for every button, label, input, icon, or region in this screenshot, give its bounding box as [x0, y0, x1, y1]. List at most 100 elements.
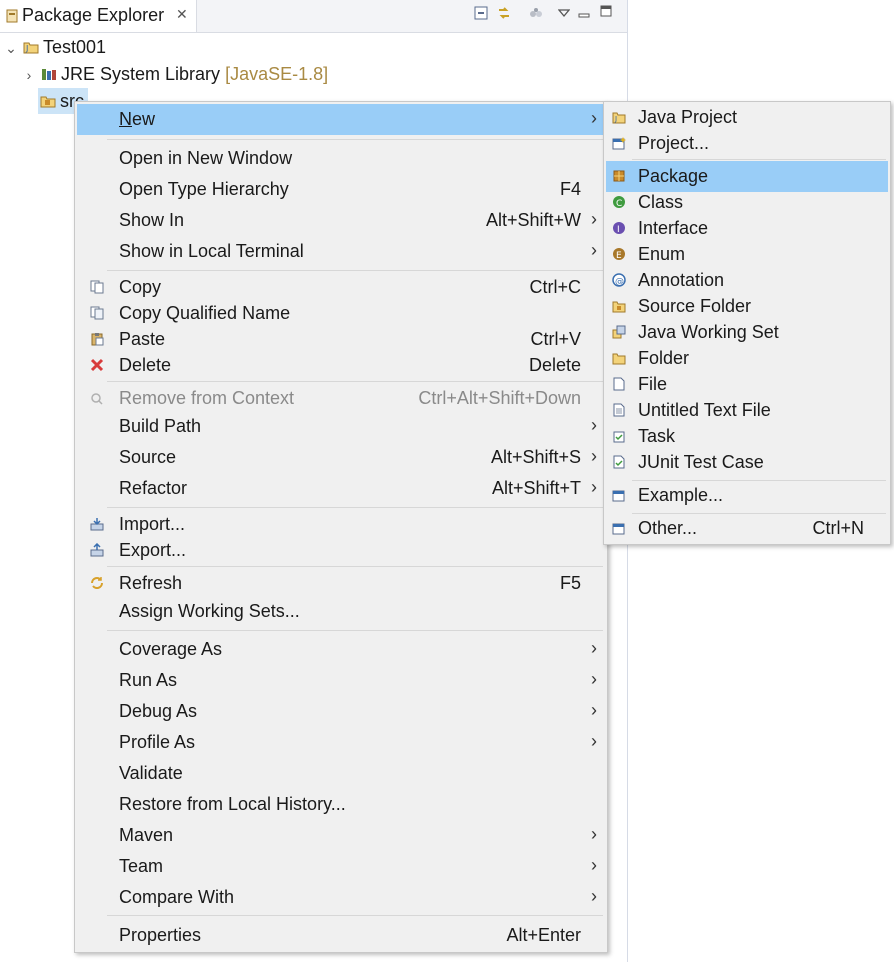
library-icon [42, 69, 57, 80]
file-icon [613, 377, 625, 391]
menu-label: Java Working Set [638, 322, 779, 342]
menu-item-source[interactable]: Source Alt+Shift+S › [77, 442, 605, 473]
menu-label: Debug As [119, 701, 198, 721]
menu-label: Export... [119, 540, 187, 560]
menu-label: Restore from Local History... [119, 794, 346, 814]
menu-item-delete[interactable]: Delete Delete [77, 350, 605, 381]
menu-label: Source Folder [638, 296, 752, 316]
new-submenu: J Java Project Project... Package C Clas… [603, 101, 891, 545]
jre-label: JRE System Library [61, 64, 221, 84]
svg-text:J: J [25, 44, 28, 53]
menu-label: Paste [119, 329, 166, 349]
paste-icon [91, 333, 104, 346]
chevron-down-icon[interactable]: ⌄ [4, 35, 18, 61]
chevron-right-icon: › [591, 855, 597, 875]
menu-label: Show in Local Terminal [119, 241, 304, 261]
junit-icon [613, 455, 625, 469]
menu-label: Team [119, 856, 164, 876]
menu-item-refresh[interactable]: Refresh F5 [77, 568, 605, 599]
menu-item-team[interactable]: Team › [77, 851, 605, 882]
java-project-icon: J [612, 112, 626, 124]
menu-label: Remove from Context [119, 388, 295, 408]
menu-item-compare-with[interactable]: Compare With › [77, 882, 605, 913]
view-toolbar [474, 4, 624, 26]
context-menu: New › Open in New Window Open Type Hiera… [74, 101, 608, 953]
link-with-editor-icon[interactable] [496, 5, 512, 21]
chevron-right-icon: › [591, 240, 597, 260]
minimize-icon[interactable] [578, 8, 590, 18]
menu-item-show-in-local-terminal[interactable]: Show in Local Terminal › [77, 236, 605, 267]
menu-item-coverage-as[interactable]: Coverage As › [77, 634, 605, 665]
menu-item-new[interactable]: New › [77, 104, 605, 135]
svg-text:J: J [614, 115, 617, 123]
menu-label: Annotation [638, 270, 725, 290]
chevron-right-icon: › [591, 108, 597, 128]
text-file-icon [613, 403, 625, 417]
other-wizard-icon [612, 523, 625, 535]
menu-label: New [119, 109, 156, 129]
collapse-all-icon[interactable] [474, 6, 488, 20]
menu-label: Untitled Text File [638, 400, 771, 420]
menu-label: Copy [119, 277, 162, 297]
filter-icon[interactable] [528, 6, 544, 20]
menu-separator [632, 159, 886, 160]
svg-text:@: @ [615, 277, 624, 287]
tree-item-jre-library[interactable]: › JRE System Library [JavaSE-1.8] [22, 61, 328, 87]
package-icon [613, 170, 625, 182]
menu-label: Refactor [119, 478, 188, 498]
menu-label: Source [119, 447, 177, 467]
menu-item-profile-as[interactable]: Profile As › [77, 727, 605, 758]
export-icon [90, 543, 104, 557]
menu-label: Delete [119, 355, 172, 375]
working-set-icon [612, 325, 626, 339]
menu-item-run-as[interactable]: Run As › [77, 665, 605, 696]
menu-label: Open in New Window [119, 148, 293, 168]
source-folder-icon [40, 96, 56, 108]
menu-item-export[interactable]: Export... [77, 535, 605, 566]
menu-label: Project... [638, 133, 710, 153]
menu-label: Maven [119, 825, 174, 845]
menu-item-refactor[interactable]: Refactor Alt+Shift+T › [77, 473, 605, 504]
menu-separator [107, 915, 603, 916]
menu-item-restore-from-local-history[interactable]: Restore from Local History... [77, 789, 605, 820]
chevron-right-icon: › [591, 669, 597, 689]
tree-item-project[interactable]: ⌄ J Test001 [4, 34, 106, 60]
submenu-item-example[interactable]: Example... [606, 480, 888, 511]
menu-label: Validate [119, 763, 183, 783]
import-icon [90, 518, 104, 531]
submenu-item-other[interactable]: Other... Ctrl+N [606, 513, 888, 544]
tab-package-explorer[interactable]: Package Explorer ✕ [0, 0, 197, 32]
close-icon[interactable]: ✕ [176, 6, 188, 23]
submenu-item-junit-test-case[interactable]: JUnit Test Case [606, 447, 888, 478]
view-menu-icon[interactable] [558, 8, 570, 18]
menu-item-show-in[interactable]: Show In Alt+Shift+W › [77, 205, 605, 236]
menu-shortcut: F4 [559, 179, 581, 199]
menu-separator [107, 566, 603, 567]
menu-label: Copy Qualified Name [119, 303, 291, 323]
svg-text:E: E [616, 251, 622, 261]
menu-separator [107, 630, 603, 631]
menu-shortcut: Alt+Shift+T [491, 478, 581, 498]
menu-item-validate[interactable]: Validate [77, 758, 605, 789]
menu-item-build-path[interactable]: Build Path › [77, 411, 605, 442]
menu-label: Package [638, 166, 709, 186]
menu-label: Task [638, 426, 676, 446]
folder-icon [612, 353, 626, 365]
copy-qualified-name-icon [90, 306, 104, 320]
chevron-right-icon[interactable]: › [22, 62, 36, 88]
menu-label: Example... [638, 485, 724, 505]
java-project-icon: J [23, 42, 39, 54]
menu-item-maven[interactable]: Maven › [77, 820, 605, 851]
menu-item-open-type-hierarchy[interactable]: Open Type Hierarchy F4 [77, 174, 605, 205]
annotation-icon: @ [612, 273, 626, 287]
tab-title: Package Explorer [22, 5, 165, 25]
menu-item-open-in-new-window[interactable]: Open in New Window [77, 143, 605, 174]
menu-item-debug-as[interactable]: Debug As › [77, 696, 605, 727]
menu-separator [107, 381, 603, 382]
menu-item-assign-working-sets[interactable]: Assign Working Sets... [77, 596, 605, 627]
maximize-icon[interactable] [600, 5, 612, 17]
menu-item-properties[interactable]: Properties Alt+Enter [77, 920, 605, 951]
submenu-item-project[interactable]: Project... [606, 128, 888, 159]
menu-label: Enum [638, 244, 686, 264]
menu-shortcut: Ctrl+V [530, 329, 581, 349]
